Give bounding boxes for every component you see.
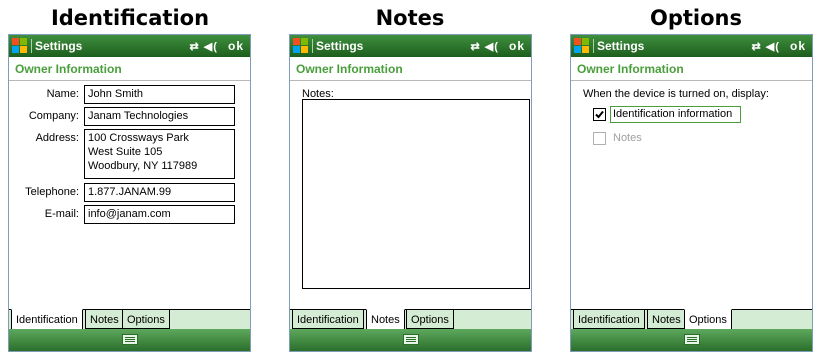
tab-options[interactable]: Options [406, 309, 454, 329]
tab-strip: Identification Notes Options [290, 309, 531, 331]
title-separator [593, 39, 594, 53]
address-label: Address: [35, 132, 79, 144]
identification-checkbox[interactable] [593, 108, 606, 121]
options-screen: Settings ⇄ ◀( ok Owner Information When … [570, 34, 813, 352]
title-separator [31, 39, 32, 53]
tab-options[interactable]: Options [684, 309, 732, 331]
connectivity-icon[interactable]: ⇄ [190, 41, 200, 53]
app-title: Settings [35, 39, 83, 53]
keyboard-icon[interactable] [121, 334, 138, 345]
tray: ⇄ ◀( ok [752, 39, 806, 53]
windows-start-icon[interactable] [293, 38, 309, 54]
address-field[interactable]: 100 Crossways Park West Suite 105 Woodbu… [84, 129, 235, 179]
notes-checkbox[interactable] [593, 132, 606, 145]
name-label: Name: [46, 88, 79, 100]
notes-option-label[interactable]: Notes [613, 132, 642, 144]
identification-screen: Settings ⇄ ◀( ok Owner Information Name:… [8, 34, 251, 352]
tab-strip: Identification Notes Options [9, 309, 250, 331]
tab-strip: Identification Notes Options [571, 309, 812, 331]
keyboard-icon[interactable] [402, 334, 419, 345]
title-bar: Settings ⇄ ◀( ok [290, 35, 531, 57]
tab-identification[interactable]: Identification [11, 309, 83, 331]
company-label: Company: [28, 110, 79, 122]
caption-notes: Notes [375, 6, 445, 30]
title-bar: Settings ⇄ ◀( ok [9, 35, 250, 57]
email-field[interactable]: info@janam.com [84, 205, 235, 224]
tab-notes[interactable]: Notes [366, 309, 405, 331]
connectivity-icon[interactable]: ⇄ [471, 41, 481, 53]
keyboard-icon[interactable] [683, 334, 700, 345]
volume-icon[interactable]: ◀( [204, 41, 218, 53]
name-field[interactable]: John Smith [84, 85, 235, 104]
company-field[interactable]: Janam Technologies [84, 107, 235, 126]
title-bar: Settings ⇄ ◀( ok [571, 35, 812, 57]
tab-notes[interactable]: Notes [85, 309, 124, 329]
telephone-field[interactable]: 1.877.JANAM.99 [84, 183, 235, 202]
connectivity-icon[interactable]: ⇄ [752, 41, 762, 53]
windows-start-icon[interactable] [574, 38, 590, 54]
ok-button[interactable]: ok [790, 39, 806, 53]
page-header: Owner Information [9, 58, 250, 81]
ok-button[interactable]: ok [228, 39, 244, 53]
identification-option-label[interactable]: Identification information [613, 108, 732, 120]
volume-icon[interactable]: ◀( [766, 41, 780, 53]
title-separator [312, 39, 313, 53]
tab-identification[interactable]: Identification [292, 309, 364, 329]
ok-button[interactable]: ok [509, 39, 525, 53]
tab-options[interactable]: Options [122, 309, 170, 329]
notes-screen: Settings ⇄ ◀( ok Owner Information Notes… [289, 34, 532, 352]
soft-key-bar [9, 329, 250, 351]
email-label: E-mail: [44, 208, 79, 220]
notes-textarea[interactable] [302, 99, 530, 289]
tray: ⇄ ◀( ok [190, 39, 244, 53]
page-header: Owner Information [290, 58, 531, 81]
soft-key-bar [571, 329, 812, 351]
app-title: Settings [316, 39, 364, 53]
page-header: Owner Information [571, 58, 812, 81]
display-prompt: When the device is turned on, display: [583, 88, 769, 100]
caption-identification: Identification [50, 6, 210, 30]
telephone-label: Telephone: [25, 186, 79, 198]
tray: ⇄ ◀( ok [471, 39, 525, 53]
volume-icon[interactable]: ◀( [485, 41, 499, 53]
soft-key-bar [290, 329, 531, 351]
windows-start-icon[interactable] [12, 38, 28, 54]
app-title: Settings [597, 39, 645, 53]
check-icon [595, 110, 604, 119]
caption-options: Options [650, 6, 742, 30]
tab-notes[interactable]: Notes [647, 309, 686, 329]
tab-identification[interactable]: Identification [573, 309, 645, 329]
